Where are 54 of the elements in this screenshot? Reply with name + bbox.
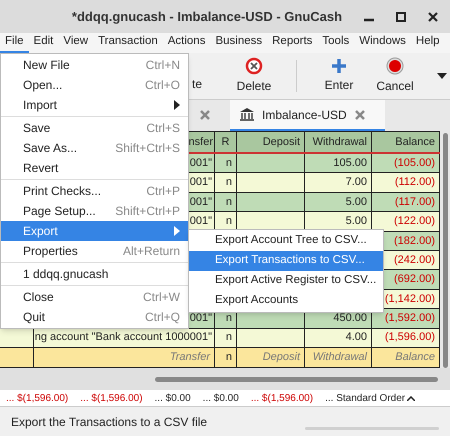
menu-item[interactable]: Export [1, 221, 188, 241]
placeholder-text: Withdrawal [312, 350, 367, 366]
scrollbar-thumb[interactable] [442, 133, 448, 368]
caret-up-icon[interactable] [407, 396, 416, 400]
summary-value: ... $(1,596.00) [250, 392, 314, 406]
summary-value: ... $0.00 [154, 392, 191, 406]
status-text: Export the Transactions to a CSV file [11, 414, 208, 430]
maximize-icon[interactable] [396, 12, 406, 22]
menu-item[interactable]: Transaction [93, 33, 163, 53]
menu-item[interactable]: Properties Alt+Return [1, 241, 188, 261]
menu-item[interactable]: Reports [267, 33, 318, 53]
toolbar-button[interactable]: Delete [226, 56, 282, 96]
plus-icon [331, 58, 347, 74]
close-icon[interactable] [428, 12, 438, 22]
caret-down-icon[interactable] [437, 73, 447, 79]
menu-item[interactable]: 1 ddqq.gnucash [1, 264, 188, 284]
delete-icon [245, 57, 263, 75]
column-header: nsfer [188, 134, 213, 150]
bank-icon [240, 108, 254, 121]
submenu-arrow-icon [174, 226, 180, 236]
menu-item[interactable]: Tools [317, 33, 354, 53]
window-title: *ddqq.gnucash - Imbalance-USD - GnuCash [70, 8, 344, 26]
placeholder-text: Transfer [170, 350, 210, 366]
table-cell-text: n [226, 350, 232, 366]
menu-item[interactable]: New File Ctrl+N [1, 55, 188, 75]
tab-label: Imbalance-USD [262, 106, 347, 124]
column-header: Withdrawal [312, 134, 367, 150]
toolbar-button[interactable]: Enter [311, 56, 367, 96]
menu-item[interactable]: Export Transactions to CSV... [189, 251, 383, 271]
menu-item[interactable]: Actions [162, 33, 210, 53]
column-header: Deposit [262, 134, 300, 150]
menu-item[interactable]: View [58, 33, 94, 53]
tab[interactable]: Imbalance-USD [230, 100, 385, 131]
menu-item[interactable]: Windows [354, 33, 411, 53]
summary-value: ... $0.00 [202, 392, 239, 406]
menu-item[interactable]: Help [410, 33, 445, 53]
summary-value: ... Standard Order [325, 392, 406, 406]
column-header: Balance [395, 134, 435, 150]
toolbar-button[interactable]: Cancel [367, 56, 423, 96]
menu-item[interactable]: Open... Ctrl+O [1, 75, 188, 95]
column-header: R [222, 134, 230, 150]
menu-item[interactable]: Save Ctrl+S [1, 118, 188, 138]
submenu-arrow-icon [174, 100, 180, 110]
scrollbar-thumb[interactable] [155, 376, 438, 382]
menu-item[interactable]: Close Ctrl+W [1, 287, 188, 307]
placeholder-text: Deposit [262, 350, 300, 366]
summary-value: ... $(1,596.00) [6, 392, 68, 406]
menu-item[interactable]: Import [1, 95, 188, 115]
menu-item[interactable]: Edit [28, 33, 58, 53]
toolbar-label[interactable]: te [192, 75, 226, 93]
summary-value: ... $(1,596.00) [80, 392, 143, 406]
placeholder-text: Balance [395, 350, 435, 366]
stop-icon [386, 57, 404, 75]
menu-item[interactable]: Business [210, 33, 268, 53]
